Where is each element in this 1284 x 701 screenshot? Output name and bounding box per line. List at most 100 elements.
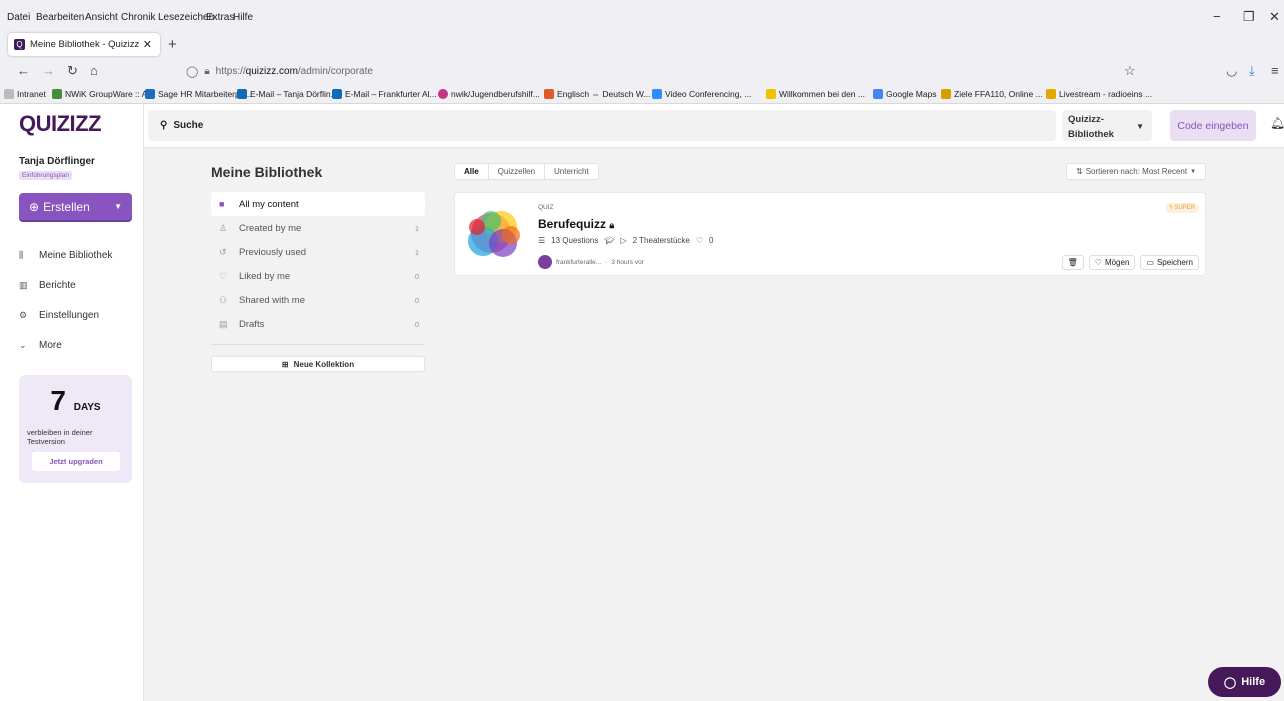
minimize-icon[interactable]: − [1213, 9, 1221, 24]
menu-ansicht[interactable]: Ansicht [85, 12, 118, 23]
sidebar-item-settings[interactable]: ⚙ Einstellungen [19, 310, 99, 321]
plan-badge[interactable]: Einführungsplan [19, 171, 72, 180]
collection-list: ■ All my content ♙ Created by me 1 ↺ Previou… [211, 192, 425, 336]
collection-all-content[interactable]: ■ All my content [211, 192, 425, 216]
maximize-icon[interactable]: ❐ [1243, 9, 1255, 25]
bookmark-item[interactable]: Willkommen bei den ... [766, 89, 865, 99]
pocket-icon[interactable]: ◡ [1226, 63, 1237, 79]
lock-icon[interactable]: 🔒︎ [204, 66, 209, 77]
search-icon: ⚲ [160, 120, 168, 131]
bookmark-item[interactable]: Livestream - radioeins ... [1046, 89, 1152, 99]
bookmark-item[interactable]: Ziele FFA110, Online ... [941, 89, 1043, 99]
forward-icon[interactable]: → [42, 63, 55, 78]
quizizz-logo[interactable]: QUIZIZZ [19, 111, 102, 137]
chat-icon: ◯ [1223, 676, 1237, 689]
quiz-card[interactable]: QUIZ ϟ SUPER Berufequizz 🔒︎ ☰ 13 Question… [454, 192, 1206, 276]
sidebar-item-reports[interactable]: ▥ Berichte [19, 280, 76, 291]
collection-drafts[interactable]: ▤ Drafts 0 [211, 312, 425, 336]
bookmark-item[interactable]: nwik/Jugendberufshilf... [438, 89, 540, 99]
close-tab-icon[interactable]: ✕ [143, 38, 152, 51]
tab-lessons[interactable]: Unterricht [545, 164, 598, 179]
trash-icon: 🗑︎ [1067, 258, 1078, 267]
upgrade-button[interactable]: Jetzt upgraden [32, 452, 120, 471]
collection-previously-used[interactable]: ↺ Previously used 1 [211, 240, 425, 264]
menu-datei[interactable]: Datei [7, 12, 30, 23]
tab-quizzes[interactable]: Quizzellen [489, 164, 546, 179]
menu-chronik[interactable]: Chronik [121, 12, 155, 23]
library-icon: ⫼ [19, 250, 24, 260]
browser-chrome: Datei Bearbeiten Ansicht Chronik Lesezei… [0, 0, 1284, 104]
downloads-icon[interactable]: ⤓ [1249, 63, 1255, 79]
quiz-author: frankfurteralle... · 3 hours vor [538, 255, 644, 269]
collection-created[interactable]: ♙ Created by me 1 [211, 216, 425, 240]
search-input[interactable]: ⚲ Suche [148, 110, 1056, 141]
sidebar-item-library[interactable]: ⫼ Meine Bibliothek [19, 250, 112, 261]
close-window-icon[interactable]: ✕ [1269, 9, 1280, 25]
bookmark-item[interactable]: Video Conferencing, ... [652, 89, 751, 99]
bookmark-item[interactable]: E-Mail – Tanja Dörflin... [237, 89, 338, 99]
bookmark-item[interactable]: E-Mail – Frankfurter Al... [332, 89, 437, 99]
list-icon: ☰ [538, 236, 546, 245]
sidebar: QUIZIZZ Tanja Dörflinger Einführungsplan… [0, 104, 144, 701]
create-label: Erstellen [43, 199, 90, 214]
app-menu-icon[interactable]: ≡ [1271, 63, 1279, 78]
quiz-meta: ☰ 13 Questions 🎓︎ ▷ 2 Theaterstücke ♡ 0 [538, 236, 714, 245]
reload-icon[interactable]: ↻ [67, 63, 78, 79]
new-collection-button[interactable]: ⊞ Neue Kollektion [211, 356, 425, 372]
card-actions: 🗑︎ ♡ Mögen ▭ Speichern [1061, 255, 1199, 270]
user-icon: ♙ [219, 222, 228, 233]
bookmark-item[interactable]: NWiK GroupWare :: A... [52, 89, 154, 99]
divider [211, 344, 425, 345]
tab-title: Meine Bibliothek - Quizizz [30, 39, 140, 50]
url-path: /admin/corporate [297, 65, 373, 77]
quizizz-app: QUIZIZZ Tanja Dörflinger Einführungsplan… [0, 104, 1284, 701]
quiz-type: QUIZ [538, 204, 554, 211]
tab-all[interactable]: Alle [455, 164, 489, 179]
bell-icon[interactable]: 🔔︎ [1270, 116, 1284, 130]
heart-icon: ♡ [219, 270, 228, 281]
bookmark-item[interactable]: Google Maps [873, 89, 937, 99]
save-button[interactable]: ▭ Speichern [1140, 255, 1199, 270]
collection-shared[interactable]: ⚇ Shared with me 0 [211, 288, 425, 312]
folder-icon: ▭ [1146, 258, 1154, 267]
trial-box: 7 DAYS verbleiben in deiner Testversion … [19, 375, 132, 483]
home-icon[interactable]: ⌂ [90, 63, 98, 78]
avatar [538, 255, 552, 269]
filter-tabs: Alle Quizzellen Unterricht [454, 163, 599, 180]
graduation-cap-icon: 🎓︎ [604, 236, 615, 245]
shield-icon[interactable]: ◯ [186, 65, 198, 78]
like-button[interactable]: ♡ Mögen [1088, 255, 1136, 270]
collection-liked[interactable]: ♡ Liked by me 0 [211, 264, 425, 288]
bookmarks-bar: Intranet NWiK GroupWare :: A... Sage HR … [0, 84, 1284, 104]
top-bar: ⚲ Suche Quizizz-Bibliothek ▼ Code eingeben… [144, 104, 1284, 148]
bookmark-item[interactable]: Intranet [4, 89, 46, 99]
bookmark-item[interactable]: Sage HR Mitarbeiterpo... [145, 89, 252, 99]
library-selector[interactable]: Quizizz-Bibliothek ▼ [1062, 110, 1152, 141]
square-icon: ■ [219, 199, 225, 209]
sidebar-item-more[interactable]: ⌄ More [19, 340, 62, 351]
bookmark-star-icon[interactable]: ☆ [1124, 63, 1136, 79]
history-icon: ↺ [219, 246, 227, 257]
sort-dropdown[interactable]: ⇅ Sortieren nach: Most Recent ▼ [1066, 163, 1206, 180]
document-icon: ▤ [219, 318, 228, 329]
create-button[interactable]: ⊕ Erstellen ▼ [19, 193, 132, 220]
menu-extras[interactable]: Extras [206, 12, 234, 23]
trial-text: verbleiben in deiner Testversion [27, 428, 93, 446]
quiz-title[interactable]: Berufequizz 🔒︎ [538, 217, 614, 231]
url-bar[interactable]: ◯ 🔒︎ https://quizizz.com/admin/corporate [186, 60, 1166, 82]
bookmark-item[interactable]: Englisch ⇔ Deutsch W... [544, 89, 651, 99]
folder-plus-icon: ⊞ [281, 359, 289, 369]
sort-icon: ⇅ [1076, 167, 1083, 176]
chevron-down-icon: ▼ [1190, 168, 1197, 175]
reports-icon: ▥ [19, 280, 28, 290]
delete-button[interactable]: 🗑︎ [1061, 255, 1084, 270]
menu-hilfe[interactable]: Hilfe [233, 12, 253, 23]
lock-icon: 🔒︎ [609, 220, 615, 230]
enter-code-button[interactable]: Code eingeben [1170, 110, 1256, 141]
new-tab-icon[interactable]: + [168, 36, 177, 53]
help-button[interactable]: ◯ Hilfe [1208, 667, 1281, 697]
menu-bearbeiten[interactable]: Bearbeiten [36, 12, 84, 23]
url-host: quizizz.com [245, 65, 298, 77]
back-icon[interactable]: ← [17, 63, 30, 78]
tab-quizizz[interactable]: Q Meine Bibliothek - Quizizz ✕ [8, 33, 160, 56]
